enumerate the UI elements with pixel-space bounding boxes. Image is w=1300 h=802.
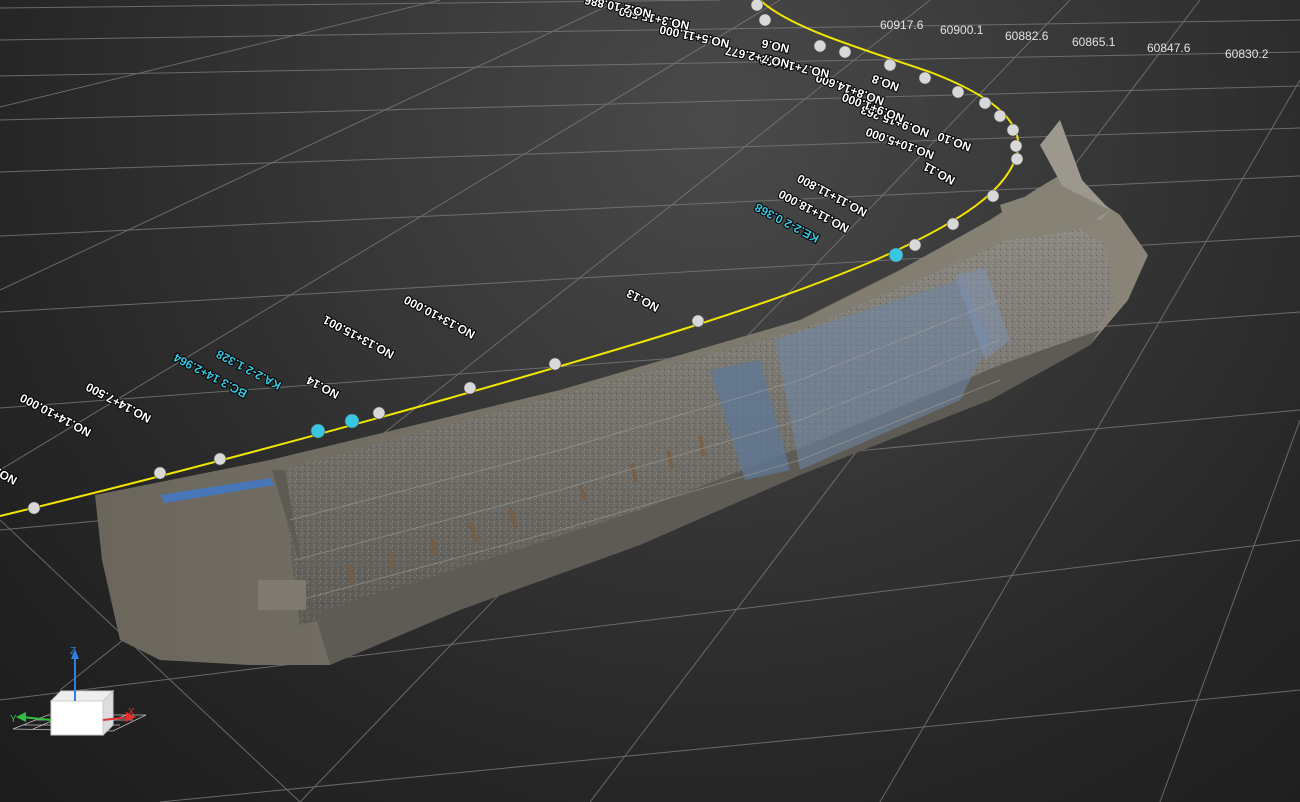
station-marker[interactable] (951, 85, 965, 99)
grid-coordinate-label: 60900.1 (940, 23, 984, 37)
grid-coordinate-label: 60865.1 (1072, 35, 1116, 49)
station-label: NO.14 (0, 459, 19, 488)
station-label: NO.13 (624, 286, 661, 315)
curve-point-marker[interactable] (344, 413, 360, 429)
grid-coordinate-label: 60882.6 (1005, 29, 1049, 43)
station-marker[interactable] (213, 452, 227, 466)
station-marker[interactable] (691, 314, 705, 328)
point-cloud-model[interactable] (95, 120, 1148, 665)
grid-coordinate-label: 60830.2 (1225, 47, 1269, 61)
station-marker[interactable] (1010, 152, 1024, 166)
station-marker[interactable] (993, 109, 1007, 123)
z-axis-label: Z (70, 646, 76, 657)
station-marker[interactable] (548, 357, 562, 371)
x-axis-label: X (128, 707, 135, 718)
grid-coordinate-label: 60917.6 (880, 18, 924, 32)
station-marker[interactable] (463, 381, 477, 395)
station-marker[interactable] (1006, 123, 1020, 137)
station-marker[interactable] (750, 0, 764, 12)
y-axis-label: Y (10, 714, 17, 725)
station-marker[interactable] (978, 96, 992, 110)
station-label: NO.14+10.000 (17, 390, 93, 439)
axis-gizmo[interactable]: Z X Y (8, 645, 153, 745)
station-marker[interactable] (153, 466, 167, 480)
curve-point-marker[interactable] (310, 423, 326, 439)
station-marker[interactable] (372, 406, 386, 420)
station-marker[interactable] (918, 71, 932, 85)
station-marker[interactable] (758, 13, 772, 27)
station-label: NO.13+15.001 (320, 312, 396, 361)
3d-viewport[interactable]: NO.14NO.14+10.000NO.14+7.500BC.3 14+2.96… (0, 0, 1300, 802)
grid-coordinate-label: 60847.6 (1147, 41, 1191, 55)
station-marker[interactable] (1009, 139, 1023, 153)
station-marker[interactable] (946, 217, 960, 231)
station-marker[interactable] (27, 501, 41, 515)
station-label: NO.11 (921, 159, 958, 187)
station-label: NO.13+10.000 (401, 292, 477, 341)
station-marker[interactable] (883, 58, 897, 72)
station-marker[interactable] (813, 39, 827, 53)
station-marker[interactable] (986, 189, 1000, 203)
station-label: NO.8 (870, 71, 901, 94)
station-label: NO.10 (935, 129, 973, 154)
station-marker[interactable] (838, 45, 852, 59)
station-marker[interactable] (908, 238, 922, 252)
station-label: NO.14 (304, 373, 341, 402)
station-label: NO.14+7.500 (83, 380, 153, 426)
curve-point-marker[interactable] (888, 247, 904, 263)
view-cube[interactable] (50, 700, 104, 736)
